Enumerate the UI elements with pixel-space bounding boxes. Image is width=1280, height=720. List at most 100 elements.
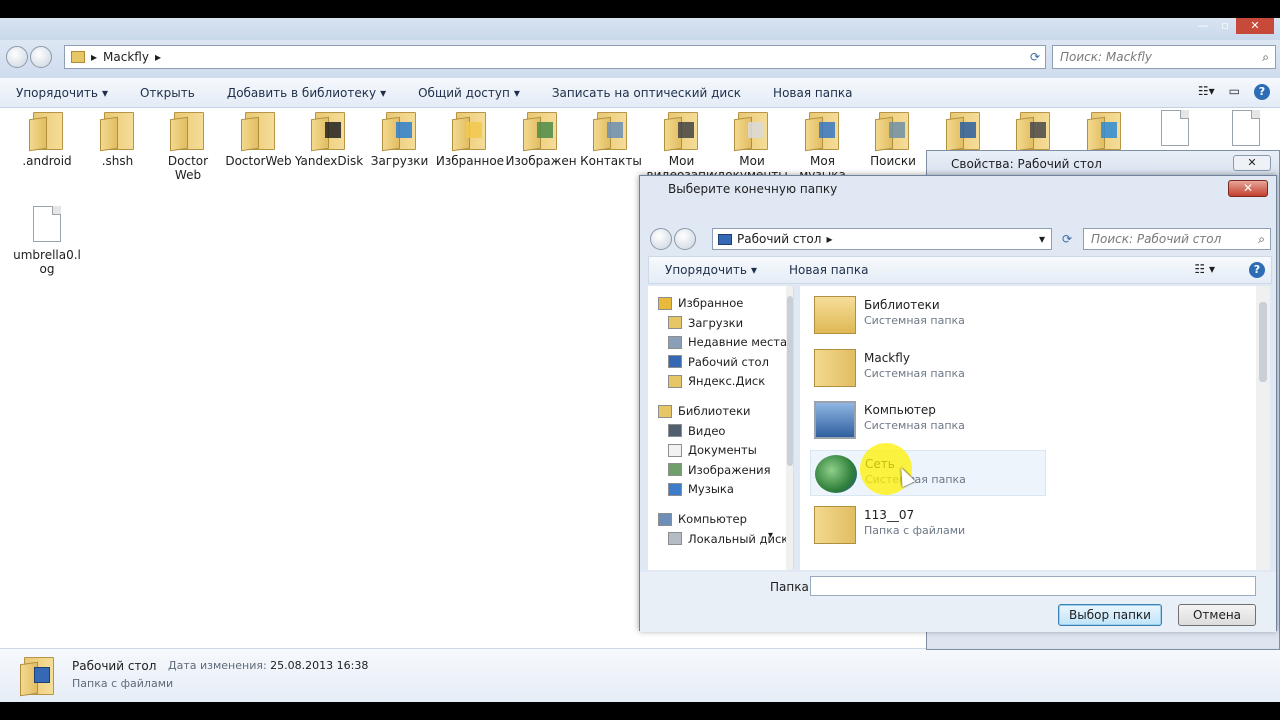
nav-item-label: Библиотеки: [678, 404, 751, 418]
item-type: Системная папка: [864, 366, 965, 380]
folder-item[interactable]: DoctorWeb: [224, 110, 294, 168]
help-icon[interactable]: ?: [1249, 262, 1265, 278]
title-bar: — ▫ ✕: [0, 18, 1280, 40]
file-item-umbrella-log[interactable]: umbrella0.log: [12, 206, 82, 276]
dialog-forward-button[interactable]: [674, 228, 696, 250]
folder-list-item[interactable]: Mackfly Системная папка: [810, 345, 1046, 391]
nav-item-label: Локальный диск: [688, 531, 789, 546]
dialog-address-bar[interactable]: Рабочий стол ▸ ▾: [712, 228, 1052, 250]
cancel-button[interactable]: Отмена: [1178, 604, 1256, 626]
view-options-icon[interactable]: ☷ ▾: [1194, 262, 1215, 276]
selected-type: Папка с файлами: [72, 677, 174, 690]
folder-icon: [734, 110, 770, 152]
folder-item[interactable]: [929, 110, 999, 154]
folder-item[interactable]: [999, 110, 1069, 154]
user-folder-icon: [814, 348, 856, 387]
folder-icon: [1086, 110, 1123, 152]
nav-item[interactable]: Музыка: [668, 480, 734, 498]
nav-item[interactable]: Недавние места: [668, 333, 787, 351]
folder-item[interactable]: Поиски: [858, 110, 928, 168]
maximize-icon[interactable]: ▫: [1214, 18, 1236, 34]
folder-item[interactable]: Doctor Web: [153, 110, 223, 182]
organize-button[interactable]: Упорядочить ▾: [0, 86, 124, 100]
content-scrollbar[interactable]: [1256, 286, 1270, 570]
nav-item[interactable]: Компьютер: [658, 510, 747, 528]
folder-list-item[interactable]: Компьютер Системная папка: [810, 397, 1046, 443]
nav-item[interactable]: Яндекс.Диск: [668, 372, 765, 390]
folder-item[interactable]: [1140, 110, 1210, 152]
dialog-new-folder-button[interactable]: Новая папка: [773, 263, 884, 277]
folder-item[interactable]: .shsh: [83, 110, 153, 168]
folder-item[interactable]: .android: [12, 110, 82, 168]
dialog-address-text[interactable]: Рабочий стол: [737, 232, 821, 246]
folder-icon: [71, 51, 85, 63]
folder-item[interactable]: Изображения: [506, 110, 576, 168]
folder-input[interactable]: [810, 576, 1256, 596]
documents-icon: [668, 443, 682, 457]
nav-item[interactable]: Видео: [668, 422, 725, 440]
nav-item[interactable]: Документы: [668, 441, 757, 459]
select-folder-button[interactable]: Выбор папки: [1058, 604, 1162, 626]
folder-item[interactable]: Контакты: [576, 110, 646, 168]
document-icon: [1161, 110, 1189, 146]
add-to-library-button[interactable]: Добавить в библиотеку ▾: [211, 86, 402, 100]
close-icon[interactable]: ✕: [1236, 18, 1274, 34]
nav-item[interactable]: Библиотеки: [658, 402, 751, 420]
dialog-organize-button[interactable]: Упорядочить ▾: [649, 263, 773, 277]
chevron-down-icon[interactable]: ▾: [1039, 232, 1045, 246]
chevron-down-icon: ▾: [513, 85, 520, 100]
folder-label: Контакты: [580, 154, 642, 168]
folder-list-item[interactable]: 113__07 Папка с файлами: [810, 502, 1046, 548]
help-icon[interactable]: ?: [1254, 84, 1270, 100]
back-button[interactable]: [6, 46, 28, 68]
folder-item[interactable]: YandexDisk: [294, 110, 364, 168]
properties-close-icon[interactable]: ✕: [1233, 155, 1271, 171]
folder-icon: [945, 110, 982, 152]
folder-item[interactable]: Мои видеозаписи: [647, 110, 717, 182]
folder-icon: [804, 110, 841, 152]
nav-scrollbar[interactable]: [786, 286, 793, 570]
minimize-icon[interactable]: —: [1192, 18, 1214, 34]
folder-label: Загрузки: [370, 154, 429, 168]
nav-item[interactable]: Загрузки: [668, 314, 743, 332]
folder-icon: [663, 110, 700, 152]
breadcrumb-item[interactable]: Mackfly: [103, 50, 149, 64]
search-icon: ⌕: [1258, 232, 1265, 246]
dialog-close-icon[interactable]: ✕: [1228, 180, 1268, 197]
item-type: Папка с файлами: [864, 524, 966, 537]
folder-icon: [311, 110, 347, 152]
forward-button[interactable]: [30, 46, 52, 68]
chevron-down-icon[interactable]: ▾: [768, 530, 773, 541]
preview-pane-icon[interactable]: ▭: [1229, 84, 1240, 100]
share-button[interactable]: Общий доступ ▾: [402, 86, 536, 100]
folder-item[interactable]: Мои документы: [717, 110, 787, 182]
libraries-folder-icon: [814, 296, 856, 334]
nav-item-label: Компьютер: [678, 512, 747, 526]
nav-item[interactable]: Избранное: [658, 294, 743, 312]
folder-item[interactable]: [1070, 110, 1140, 154]
folder-item[interactable]: Загрузки: [365, 110, 435, 168]
dialog-search-input[interactable]: Поиск: Рабочий стол ⌕: [1083, 228, 1271, 250]
new-folder-button[interactable]: Новая папка: [757, 86, 868, 100]
folder-item[interactable]: Избранное: [435, 110, 505, 168]
folder-item[interactable]: [1211, 110, 1280, 152]
address-bar[interactable]: ▸ Mackfly ▸: [64, 45, 1046, 69]
folder-icon: [522, 110, 559, 152]
nav-item-label: Изображения: [688, 462, 771, 477]
chevron-right-icon: ▸: [826, 232, 833, 246]
dialog-refresh-icon[interactable]: ⟳: [1056, 228, 1078, 250]
dialog-back-button[interactable]: [650, 228, 672, 250]
folder-list-item[interactable]: Библиотеки Системная папка: [810, 292, 1046, 338]
nav-item-label: Избранное: [678, 296, 744, 310]
chevron-right-icon: ▸: [91, 50, 98, 64]
open-button[interactable]: Открыть: [124, 86, 211, 100]
document-icon: [1231, 110, 1260, 146]
folder-item[interactable]: Моя музыка: [788, 110, 858, 182]
nav-item[interactable]: Изображения: [668, 461, 771, 479]
folder-list-item[interactable]: СетьСистемная папка: [810, 449, 1046, 496]
burn-button[interactable]: Записать на оптический диск: [536, 86, 757, 100]
search-input[interactable]: Поиск: Mackfly ⌕: [1052, 45, 1276, 69]
nav-item[interactable]: Рабочий стол: [668, 353, 769, 371]
view-options-icon[interactable]: ☷▾: [1198, 84, 1215, 100]
refresh-icon[interactable]: ⟳: [1024, 45, 1046, 69]
